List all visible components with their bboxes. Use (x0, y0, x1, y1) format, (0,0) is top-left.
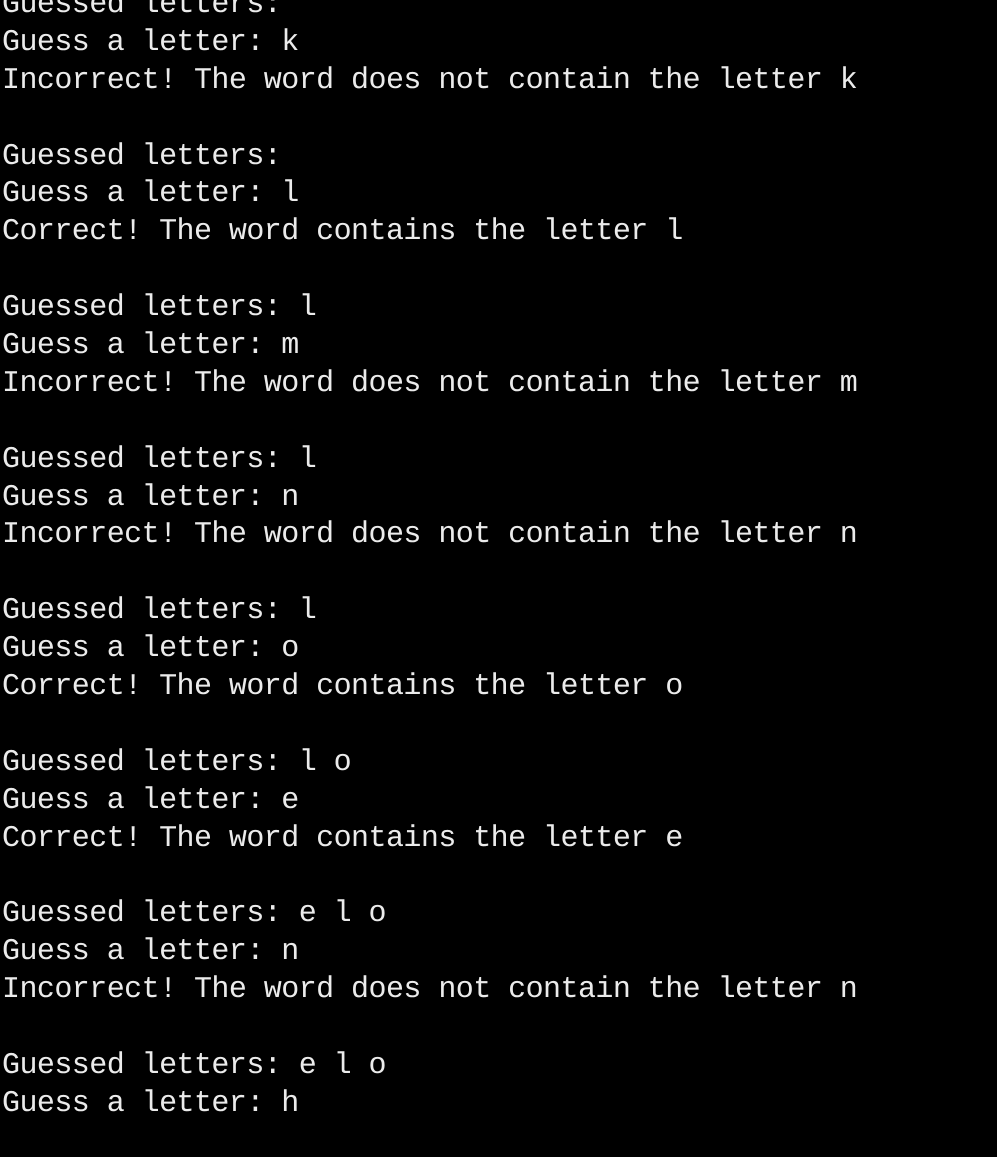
terminal-line: Guess a letter: o (2, 632, 299, 667)
terminal-line: Guess a letter: l (2, 177, 299, 212)
terminal-line: Guess a letter: n (2, 935, 299, 970)
terminal-line: Guess a letter: n (2, 480, 299, 515)
terminal-line: Incorrect! The word does not contain the… (2, 63, 858, 98)
terminal-line: Correct! The word contains the letter e (2, 821, 683, 856)
terminal-line: Correct! The word contains the letter o (2, 670, 683, 705)
terminal-line: Guessed letters: l (2, 291, 317, 326)
terminal-window[interactable]: Guessed letters: Guess a letter: k Incorre… (0, 0, 997, 1157)
terminal-line: Guessed letters: l (2, 442, 317, 477)
terminal-line: Guessed letters: (2, 139, 282, 174)
terminal-line: Correct! The word contains the letter l (2, 215, 683, 250)
terminal-line: Guessed letters: l (2, 594, 317, 629)
terminal-line: Guess a letter: e (2, 783, 299, 818)
terminal-line: Guess a letter: h (2, 1086, 299, 1121)
terminal-line: Incorrect! The word does not contain the… (2, 518, 858, 553)
terminal-output: Guessed letters: Guess a letter: k Incorre… (2, 0, 997, 1124)
terminal-line: Guessed letters: e l o (2, 1048, 387, 1083)
terminal-line: Guessed letters: (2, 0, 282, 22)
terminal-line: Incorrect! The word does not contain the… (2, 973, 858, 1008)
terminal-line: Guess a letter: k (2, 25, 299, 60)
terminal-line: Guessed letters: l o (2, 745, 352, 780)
terminal-line: Incorrect! The word does not contain the… (2, 366, 858, 401)
terminal-line: Guess a letter: m (2, 329, 299, 364)
terminal-line: Guessed letters: e l o (2, 897, 387, 932)
